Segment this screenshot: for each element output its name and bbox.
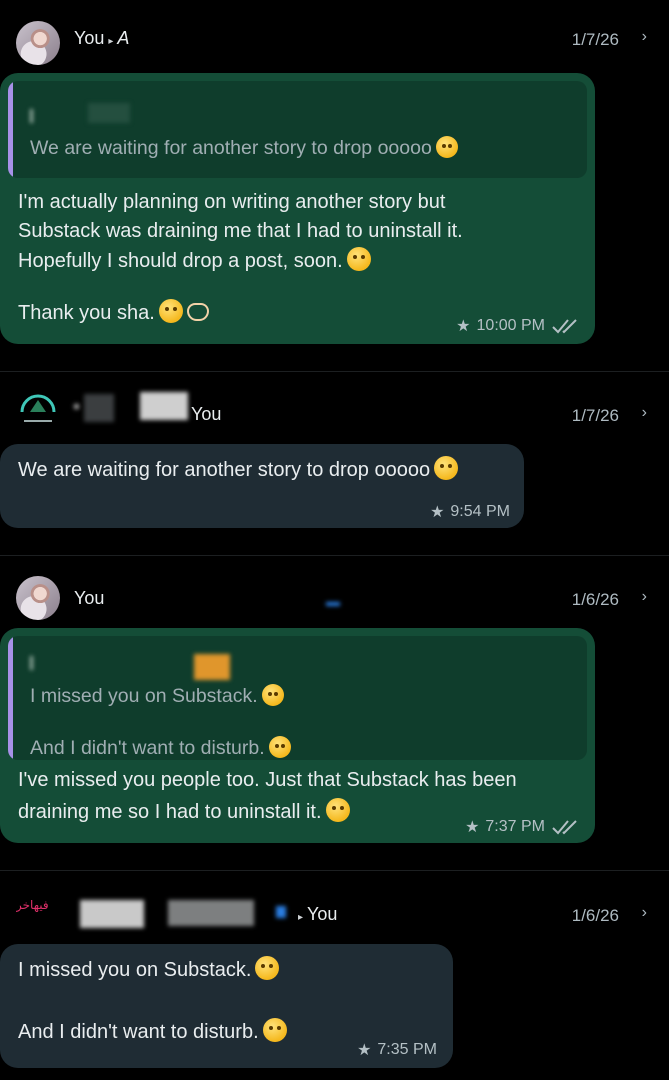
redacted-name	[168, 900, 254, 926]
quote-accent-bar	[8, 81, 13, 178]
message-line: We are waiting for another story to drop…	[18, 459, 431, 481]
quoted-message[interactable]: We are waiting for another story to drop…	[8, 81, 587, 178]
recipient-name: You	[307, 904, 338, 924]
avatar[interactable]	[16, 576, 60, 620]
message-bubble[interactable]: We are waiting for another story to drop…	[0, 73, 595, 344]
redacted-name	[84, 394, 114, 422]
recipient-name: A	[117, 28, 130, 48]
quoted-message[interactable]: I missed you on Substack. And I didn't w…	[8, 636, 587, 760]
chevron-right-icon[interactable]: ›	[642, 588, 647, 606]
pensive-emoji-icon	[261, 684, 284, 706]
redacted-name	[88, 103, 130, 123]
message-time: 7:37 PM	[485, 818, 545, 835]
laughing-emoji-icon	[435, 136, 458, 158]
group-avatar[interactable]: فيهاخر	[16, 896, 64, 926]
chevron-right-icon[interactable]: ›	[642, 28, 647, 46]
redacted-name	[140, 392, 188, 420]
starred-item-header[interactable]: You 1/7/26 ›	[0, 390, 669, 440]
message-time: 7:35 PM	[377, 1041, 437, 1058]
message-line: And I didn't want to disturb.	[18, 1021, 259, 1043]
double-check-icon	[552, 820, 577, 835]
redacted-name	[326, 602, 340, 606]
divider	[0, 555, 669, 556]
arrow-right-icon: ▸	[108, 36, 114, 47]
group-logo-icon	[20, 394, 56, 422]
message-bubble[interactable]: I missed you on Substack. And I didn't w…	[0, 628, 595, 843]
chevron-right-icon[interactable]: ›	[642, 904, 647, 922]
group-avatar[interactable]	[16, 390, 60, 434]
message-meta: ★ 9:54 PM	[430, 502, 510, 522]
recipient-name: You	[191, 404, 222, 424]
divider	[0, 371, 669, 372]
message-line: I missed you on Substack.	[18, 959, 252, 981]
crying-emoji-icon	[268, 736, 291, 758]
heart-hands-icon	[186, 303, 209, 321]
message-line: draining me so I had to uninstall it.	[18, 801, 322, 823]
redacted-name	[276, 906, 286, 918]
message-line: Hopefully I should drop a post, soon.	[18, 250, 343, 272]
message-line: I'm actually planning on writing another…	[18, 191, 446, 213]
hugging-emoji-icon	[158, 299, 183, 323]
redacted-name	[80, 900, 144, 928]
message-line: I've missed you people too. Just that Su…	[18, 769, 517, 791]
laughing-emoji-icon	[434, 456, 459, 480]
quote-text: We are waiting for another story to drop…	[30, 137, 432, 159]
star-icon: ★	[465, 819, 480, 836]
redacted-name	[30, 109, 33, 123]
message-line: Thank you sha.	[18, 302, 155, 324]
star-icon: ★	[430, 504, 445, 521]
message-meta: ★ 7:37 PM	[465, 817, 579, 837]
redacted-name	[194, 654, 230, 680]
message-date: 1/7/26	[571, 30, 619, 49]
message-date: 1/6/26	[571, 590, 619, 609]
message-bubble[interactable]: We are waiting for another story to drop…	[0, 444, 524, 528]
double-check-icon	[552, 319, 577, 334]
message-time: 9:54 PM	[450, 503, 510, 520]
redacted-name	[30, 656, 33, 670]
pensive-emoji-icon	[255, 956, 280, 980]
message-meta: ★ 7:35 PM	[357, 1040, 437, 1060]
star-icon: ★	[357, 1042, 372, 1059]
crying-emoji-icon	[262, 1018, 287, 1042]
group-logo-text: فيهاخر	[16, 898, 49, 912]
avatar[interactable]	[16, 21, 60, 65]
divider	[0, 870, 669, 871]
quote-line: And I didn't want to disturb.	[30, 737, 265, 759]
sad-emoji-icon	[325, 798, 350, 822]
quote-accent-bar	[8, 636, 13, 760]
arrow-right-icon: ▸	[298, 912, 304, 923]
sender-name: You	[74, 588, 105, 608]
star-icon: ★	[456, 318, 471, 335]
surprised-emoji-icon	[346, 247, 371, 271]
starred-item-header[interactable]: You ▸ A 1/7/26 ›	[0, 18, 669, 68]
starred-item-header[interactable]: You 1/6/26 ›	[0, 574, 669, 624]
starred-item-header[interactable]: فيهاخر ▸ You 1/6/26 ›	[0, 890, 669, 940]
message-bubble[interactable]: I missed you on Substack. And I didn't w…	[0, 944, 453, 1068]
sender-name: You	[74, 28, 105, 48]
redacted-name	[74, 404, 79, 409]
message-date: 1/6/26	[571, 906, 619, 925]
message-line: Substack was draining me that I had to u…	[18, 220, 463, 242]
chevron-right-icon[interactable]: ›	[642, 404, 647, 422]
message-date: 1/7/26	[571, 406, 619, 425]
message-time: 10:00 PM	[476, 317, 545, 334]
message-meta: ★ 10:00 PM	[456, 316, 579, 336]
quote-line: I missed you on Substack.	[30, 685, 258, 707]
